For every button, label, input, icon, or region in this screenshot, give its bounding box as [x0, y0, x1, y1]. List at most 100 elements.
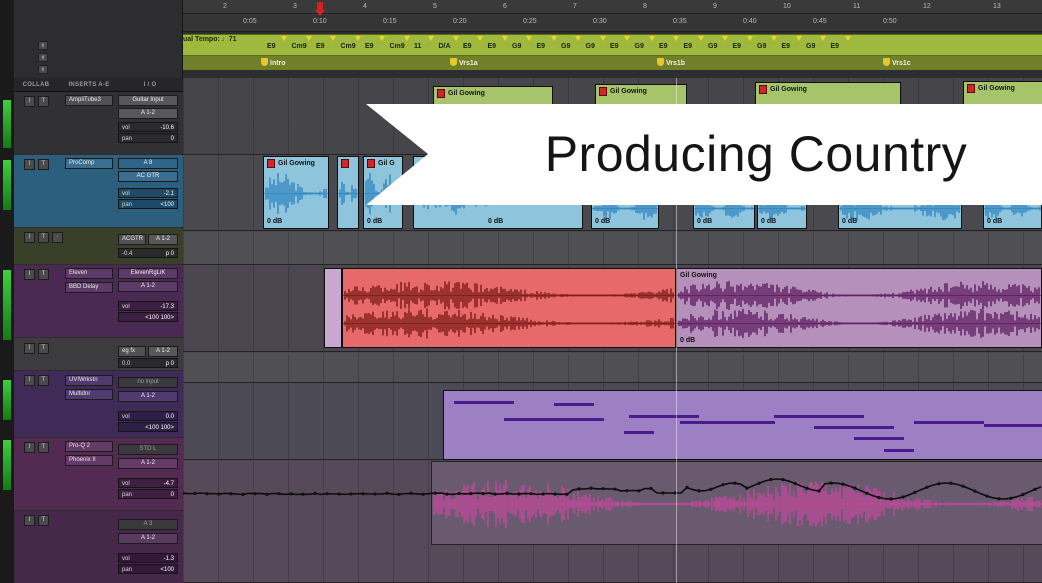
pan-readout[interactable]: pan 0: [118, 133, 178, 143]
marker-ruler[interactable]: Intro Vrs1a Vrs1b Vrs1c: [183, 56, 1042, 70]
midi-note[interactable]: [884, 449, 914, 452]
automation-point[interactable]: [865, 491, 869, 495]
bus-name[interactable]: eg fx: [118, 346, 146, 357]
automation-point[interactable]: [877, 495, 881, 500]
automation-point[interactable]: [1021, 492, 1025, 497]
automation-point[interactable]: [625, 489, 629, 493]
volume-readout[interactable]: 0.0 p 0: [118, 358, 178, 368]
automation-point[interactable]: [313, 491, 317, 495]
automation-point[interactable]: [649, 486, 653, 491]
chord-label[interactable]: E9: [831, 43, 840, 50]
input-monitor-button[interactable]: I: [24, 269, 35, 280]
automation-point[interactable]: [973, 489, 977, 493]
insert-slot[interactable]: AmpliTube3: [65, 95, 113, 106]
volume-readout[interactable]: vol -2.1: [118, 188, 178, 198]
toggle-button[interactable]: ⬆: [38, 65, 48, 74]
track-lane-acgtr-aux[interactable]: [183, 232, 1042, 265]
input-selector[interactable]: no input: [118, 377, 178, 388]
chord-label[interactable]: G9: [561, 43, 570, 50]
input-selector[interactable]: A 3: [118, 519, 178, 530]
insert-slot[interactable]: Phoenix II: [65, 455, 113, 466]
output-selector[interactable]: A 1-2: [148, 234, 178, 245]
bus-name[interactable]: ACGTR: [118, 234, 146, 245]
midi-note[interactable]: [504, 418, 604, 421]
automation-point[interactable]: [757, 481, 761, 485]
automation-point[interactable]: [217, 492, 221, 496]
insert-slot[interactable]: Pro-Q 2: [65, 441, 113, 452]
section-marker[interactable]: Vrs1a: [450, 58, 478, 67]
automation-point[interactable]: [661, 491, 665, 495]
automation-point[interactable]: [349, 492, 353, 496]
midi-note[interactable]: [914, 421, 984, 424]
bars-ruler[interactable]: 234567891011121314: [183, 0, 1042, 14]
volume-readout[interactable]: -0.4 p 0: [118, 248, 178, 258]
chord-label[interactable]: E9: [537, 43, 546, 50]
chord-label[interactable]: G9: [586, 43, 595, 50]
chord-label[interactable]: E9: [365, 43, 374, 50]
toggle-button[interactable]: ⬆: [38, 53, 48, 62]
volume-readout[interactable]: vol -1.3: [118, 553, 178, 563]
chord-label[interactable]: G9: [806, 43, 815, 50]
automation-point[interactable]: [193, 491, 197, 496]
automation-point[interactable]: [445, 492, 449, 496]
input-monitor-button[interactable]: I: [24, 343, 35, 354]
track-menu-button[interactable]: T: [38, 232, 49, 243]
chord-label[interactable]: G9: [757, 43, 766, 50]
automation-point[interactable]: [829, 481, 833, 485]
output-selector[interactable]: AC GTR: [118, 171, 178, 182]
audio-clip-selected[interactable]: [342, 268, 676, 348]
automation-point[interactable]: [325, 492, 329, 496]
chord-label[interactable]: 11: [414, 43, 421, 50]
automation-point[interactable]: [517, 492, 521, 496]
pan-readout[interactable]: pan <100: [118, 564, 178, 574]
input-selector[interactable]: A 8: [118, 158, 178, 169]
midi-note[interactable]: [624, 431, 654, 434]
midi-note[interactable]: [454, 401, 514, 404]
chord-label[interactable]: Cm9: [390, 43, 405, 50]
automation-point[interactable]: [565, 492, 569, 496]
automation-point[interactable]: [937, 482, 941, 486]
automation-point[interactable]: [409, 491, 413, 496]
automation-point[interactable]: [229, 492, 233, 496]
midi-note[interactable]: [629, 415, 699, 418]
input-monitor-button[interactable]: I: [24, 232, 35, 243]
chord-label[interactable]: E9: [463, 43, 472, 50]
chord-label[interactable]: Cm9: [341, 43, 356, 50]
chord-label[interactable]: G9: [512, 43, 521, 50]
midi-note[interactable]: [814, 426, 894, 429]
track-menu-button[interactable]: T: [38, 515, 49, 526]
output-selector[interactable]: A 1-2: [118, 458, 178, 469]
chord-label[interactable]: E9: [684, 43, 693, 50]
track-menu-button[interactable]: T: [38, 442, 49, 453]
automation-point[interactable]: [541, 492, 545, 496]
audio-clip[interactable]: [324, 268, 342, 348]
automation-point[interactable]: [385, 491, 389, 495]
min-sec-ruler[interactable]: 0:05 0:10 0:15 0:20 0:25 0:30 0:35 0:40 0:45 0:50: [183, 14, 1042, 32]
pan-readout[interactable]: pan <100: [118, 199, 178, 209]
automation-point[interactable]: [205, 492, 209, 496]
automation-point[interactable]: [1033, 487, 1037, 491]
track-menu-button[interactable]: T: [38, 269, 49, 280]
insert-slot[interactable]: ProComp: [65, 158, 113, 169]
track-lane-midi[interactable]: [183, 384, 1042, 460]
insert-slot[interactable]: Multidnr: [65, 389, 113, 400]
automation-point[interactable]: [721, 483, 725, 487]
pan-readout[interactable]: pan 0: [118, 489, 178, 499]
output-selector[interactable]: A 1-2: [118, 108, 178, 119]
automation-point[interactable]: [817, 489, 821, 493]
solo-button[interactable]: ·: [52, 232, 63, 243]
midi-note[interactable]: [680, 421, 775, 424]
automation-point[interactable]: [505, 491, 509, 495]
automation-point[interactable]: [901, 495, 905, 499]
automation-point[interactable]: [709, 487, 713, 491]
volume-readout[interactable]: vol -4.7: [118, 478, 178, 488]
insert-slot[interactable]: UVIWrkstn: [65, 375, 113, 386]
track-lane-vox[interactable]: [183, 461, 1042, 583]
track-lane-eg-fx[interactable]: [183, 353, 1042, 383]
automation-point[interactable]: [457, 491, 461, 496]
output-selector[interactable]: A 1-2: [118, 391, 178, 402]
chord-label[interactable]: E9: [267, 43, 276, 50]
automation-point[interactable]: [361, 492, 365, 496]
automation-point[interactable]: [769, 477, 773, 482]
chord-label[interactable]: E9: [488, 43, 497, 50]
